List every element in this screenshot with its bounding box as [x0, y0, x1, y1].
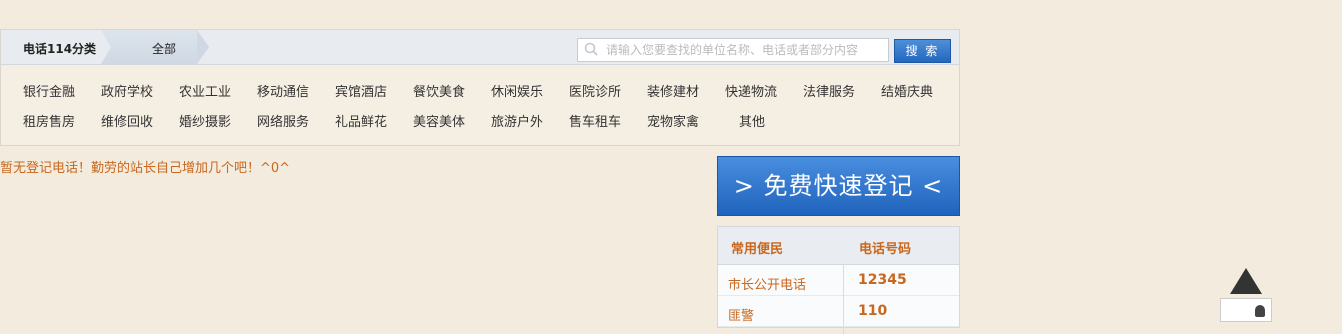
- category-link[interactable]: 政府学校: [101, 81, 153, 100]
- category-link[interactable]: 售车租车: [569, 111, 621, 130]
- category-link[interactable]: 银行金融: [23, 81, 75, 100]
- category-link[interactable]: 宠物家禽: [647, 111, 699, 130]
- table-row: 市长公开电话 12345: [718, 265, 959, 296]
- breadcrumb-arrow: [197, 30, 209, 64]
- category-link[interactable]: 农业工业: [179, 81, 231, 100]
- category-link[interactable]: 维修回收: [101, 111, 153, 130]
- category-link[interactable]: 餐饮美食: [413, 81, 465, 100]
- category-link[interactable]: 其他: [739, 111, 765, 130]
- category-link[interactable]: 休闲娱乐: [491, 81, 543, 100]
- category-link[interactable]: 美容美体: [413, 111, 465, 130]
- category-link[interactable]: 宾馆酒店: [335, 81, 387, 100]
- search-button[interactable]: 搜 索: [894, 39, 951, 63]
- floating-service-widget[interactable]: [1220, 298, 1272, 322]
- category-link[interactable]: 结婚庆典: [881, 81, 933, 100]
- category-link[interactable]: 网络服务: [257, 111, 309, 130]
- category-link[interactable]: 医院诊所: [569, 81, 621, 100]
- column-divider: [843, 264, 844, 334]
- column-header-number: 电话号码: [859, 242, 912, 257]
- category-link[interactable]: 租房售房: [23, 111, 75, 130]
- search-icon: [584, 42, 598, 56]
- category-link[interactable]: 装修建材: [647, 81, 699, 100]
- common-phone-table: 常用便民 电话号码 市长公开电话 12345 匪警 110: [717, 226, 960, 334]
- breadcrumb-category[interactable]: 电话114分类: [23, 40, 96, 57]
- free-register-button[interactable]: > 免费快速登记 <: [717, 156, 960, 216]
- service-name-link[interactable]: 匪警: [728, 305, 754, 324]
- category-link[interactable]: 移动通信: [257, 81, 309, 100]
- column-header-service: 常用便民: [731, 242, 784, 257]
- category-link[interactable]: 旅游户外: [491, 111, 543, 130]
- avatar-icon: [1255, 305, 1265, 317]
- breadcrumb-separator: [101, 30, 111, 64]
- category-link[interactable]: 法律服务: [803, 81, 855, 100]
- breadcrumb-current[interactable]: 全部: [152, 40, 176, 57]
- search-input[interactable]: [604, 41, 888, 59]
- category-link[interactable]: 婚纱摄影: [179, 111, 231, 130]
- category-link[interactable]: 礼品鲜花: [335, 111, 387, 130]
- phone-number: 12345: [858, 272, 907, 288]
- category-link[interactable]: 快递物流: [725, 81, 777, 100]
- back-to-top-icon[interactable]: [1230, 268, 1262, 294]
- service-name-link[interactable]: 市长公开电话: [728, 274, 806, 293]
- breadcrumb-current-bg: [101, 30, 197, 64]
- empty-notice: 暂无登记电话！勤劳的站长自己增加几个吧！^0^: [0, 161, 291, 176]
- phone-table-header: 常用便民 电话号码: [718, 227, 959, 265]
- category-panel: 电话114分类 全部 搜 索 银行金融 政府学校 农业工业 移动通信 宾馆酒店 …: [0, 29, 960, 146]
- category-topbar: 电话114分类 全部 搜 索: [1, 30, 959, 65]
- table-row: 匪警 110: [718, 296, 959, 327]
- search-box: [577, 38, 889, 62]
